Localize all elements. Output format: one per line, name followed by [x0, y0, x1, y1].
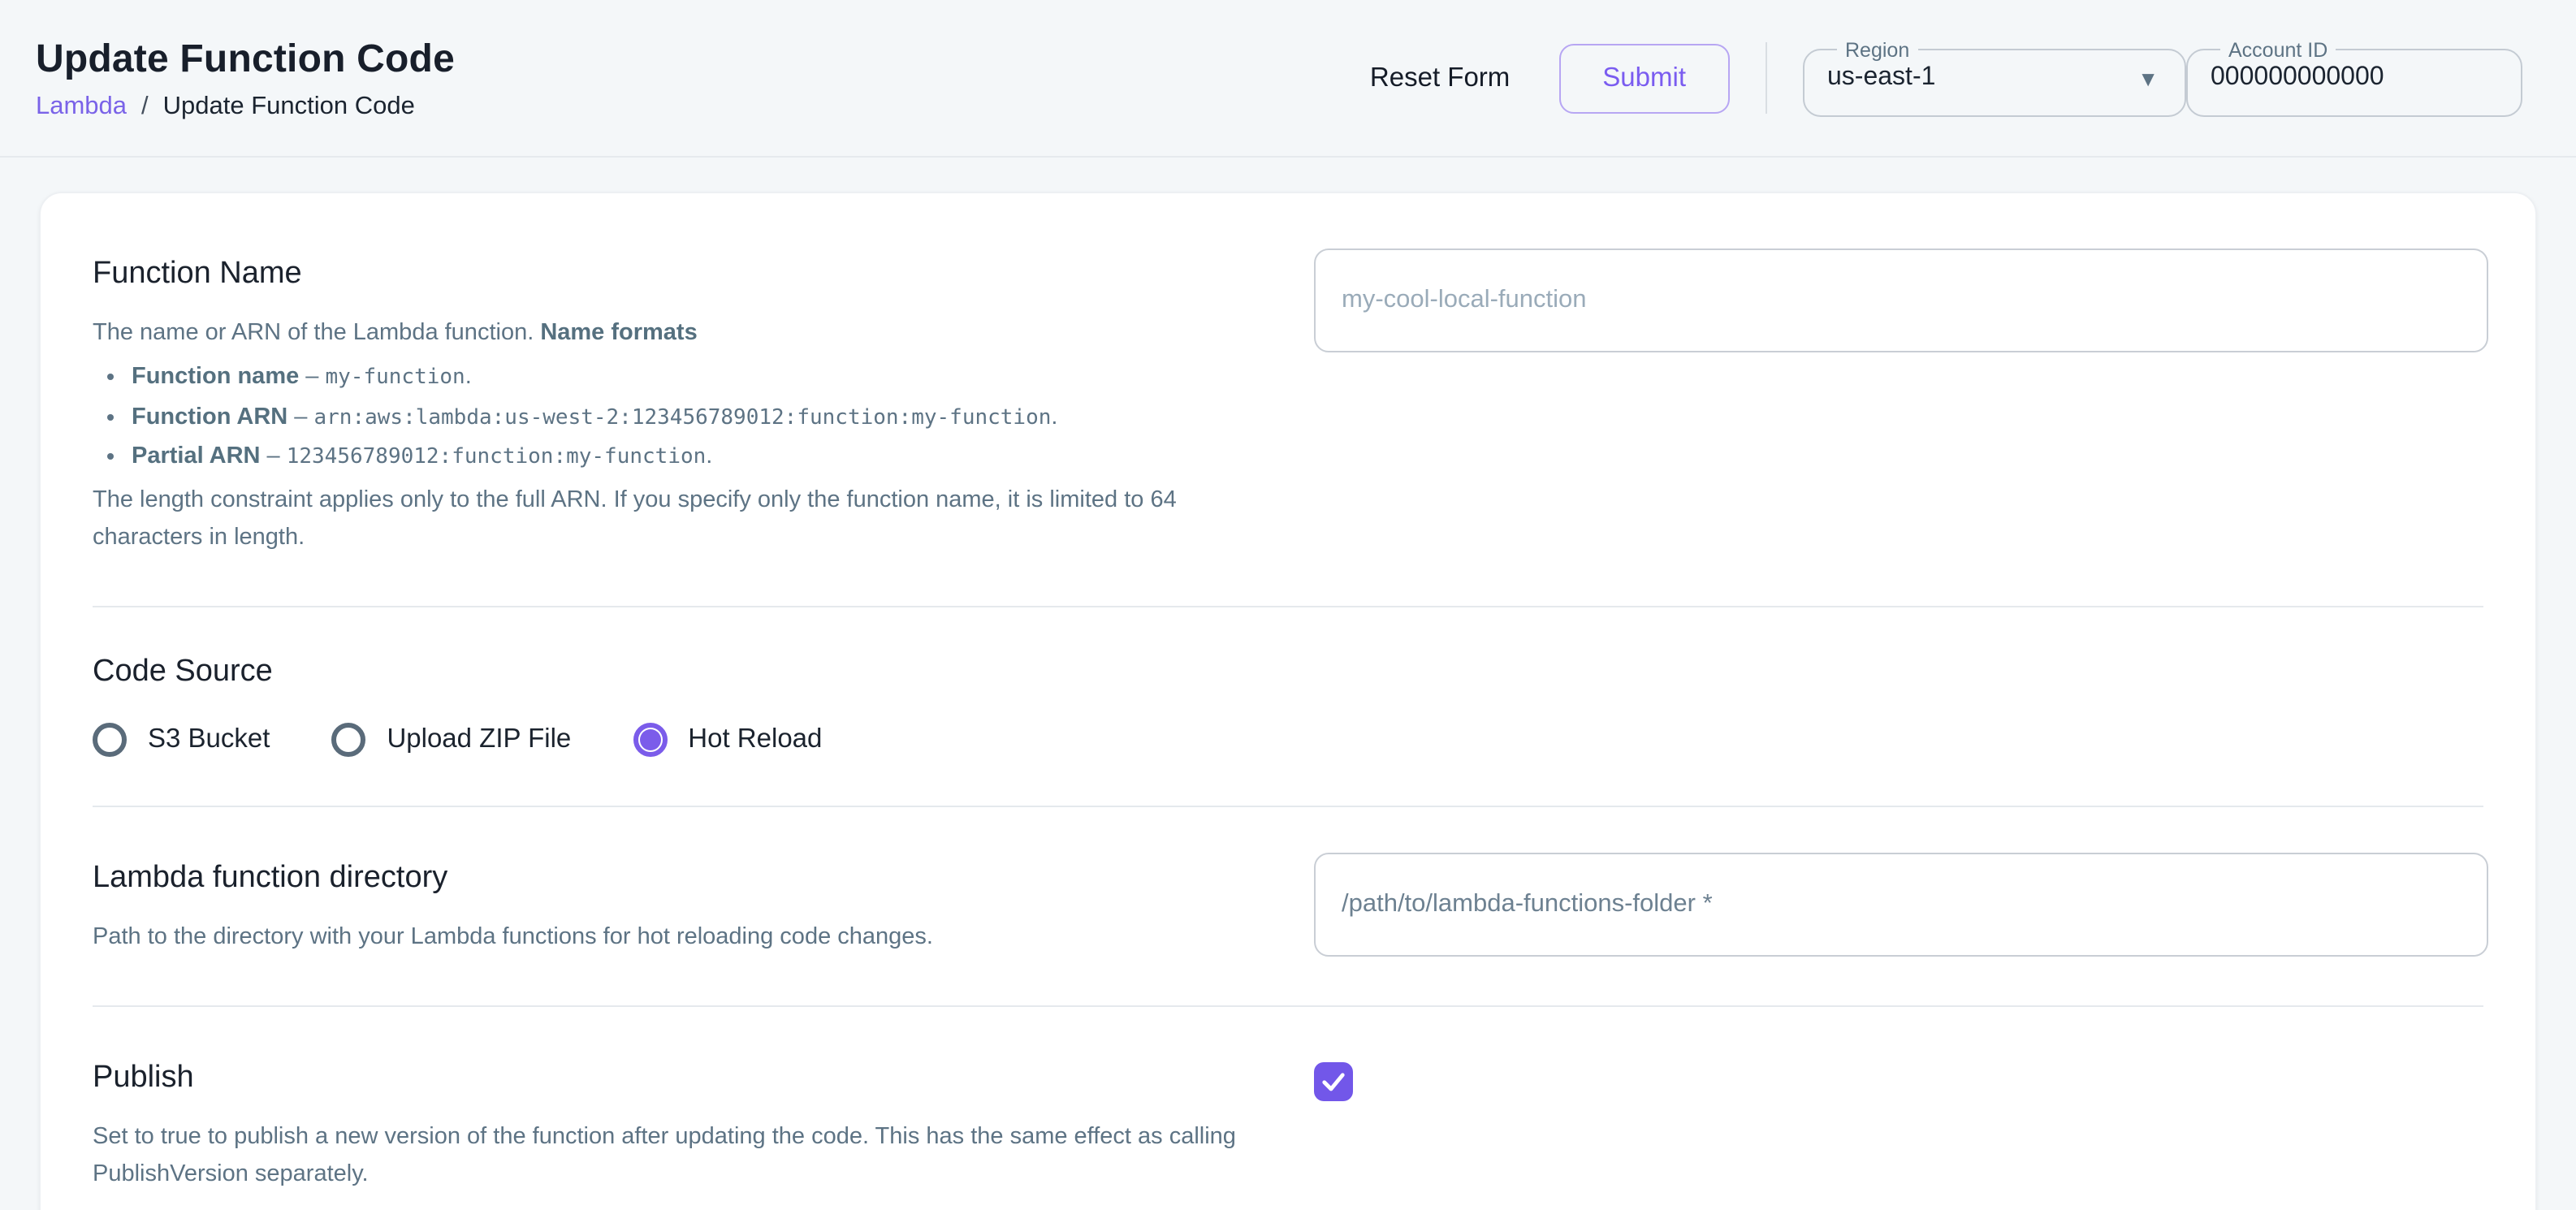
code-source-radio-group: S3 Bucket Upload ZIP File Hot Reload [93, 723, 2483, 757]
radio-upload-zip[interactable]: Upload ZIP File [331, 723, 571, 757]
header-title-block: Update Function Code Lambda / Update Fun… [0, 33, 455, 123]
radio-icon [331, 723, 365, 757]
list-item: Function ARN – arn:aws:lambda:us-west-2:… [132, 397, 1249, 438]
publish-checkbox[interactable] [1314, 1062, 1353, 1101]
breadcrumb-lambda-link[interactable]: Lambda [36, 93, 127, 123]
list-item: Function name – my-function. [132, 357, 1249, 397]
publish-section: Publish Set to true to publish a new ver… [93, 1052, 2483, 1193]
radio-label: Upload ZIP File [387, 724, 571, 755]
directory-input[interactable] [1314, 853, 2488, 957]
account-id-field[interactable]: Account ID 000000000000 [2186, 40, 2522, 116]
radio-icon [93, 723, 127, 757]
chevron-down-icon: ▼ [2137, 66, 2159, 90]
breadcrumb: Lambda / Update Function Code [36, 93, 455, 123]
radio-s3-bucket[interactable]: S3 Bucket [93, 723, 270, 757]
account-id-value: 000000000000 [2211, 63, 2384, 93]
code-source-section: Code Source S3 Bucket Upload ZIP File Ho… [93, 653, 2483, 756]
function-name-intro: The name or ARN of the Lambda function. … [93, 314, 1249, 352]
radio-label: S3 Bucket [148, 724, 270, 755]
directory-input-col [1314, 853, 2488, 957]
page-title: Update Function Code [36, 37, 455, 84]
list-item: Partial ARN – 123456789012:function:my-f… [132, 438, 1249, 478]
directory-section: Lambda function directory Path to the di… [93, 853, 2483, 957]
breadcrumb-separator: / [141, 93, 149, 123]
checkmark-icon [1319, 1067, 1348, 1096]
function-name-outro: The length constraint applies only to th… [93, 483, 1249, 558]
function-name-info: Function Name The name or ARN of the Lam… [93, 248, 1249, 557]
function-name-section: Function Name The name or ARN of the Lam… [93, 248, 2483, 557]
region-select[interactable]: Region us-east-1 ▼ [1803, 40, 2186, 116]
radio-hot-reload[interactable]: Hot Reload [633, 723, 822, 757]
radio-label: Hot Reload [688, 724, 822, 755]
directory-heading: Lambda function directory [93, 859, 1249, 899]
function-name-heading: Function Name [93, 255, 1249, 295]
radio-icon [633, 723, 667, 757]
account-id-label: Account ID [2220, 40, 2336, 60]
function-name-input-col [1314, 248, 2488, 352]
publish-info: Publish Set to true to publish a new ver… [93, 1052, 1249, 1193]
publish-checkbox-col [1314, 1052, 2488, 1101]
code-source-heading: Code Source [93, 653, 2483, 693]
region-value: us-east-1 [1827, 63, 1935, 93]
section-divider [93, 1005, 2483, 1007]
form-card: Function Name The name or ARN of the Lam… [39, 192, 2537, 1210]
section-divider [93, 806, 2483, 807]
main-content: Function Name The name or ARN of the Lam… [0, 158, 2576, 1210]
region-label: Region [1837, 40, 1917, 60]
header-actions: Reset Form Submit Region us-east-1 ▼ Acc… [1347, 0, 2522, 156]
publish-heading: Publish [93, 1059, 1249, 1099]
page: Update Function Code Lambda / Update Fun… [0, 0, 2576, 1210]
function-name-input[interactable] [1314, 248, 2488, 352]
reset-form-button[interactable]: Reset Form [1347, 46, 1532, 110]
page-header: Update Function Code Lambda / Update Fun… [0, 0, 2576, 158]
header-divider [1766, 42, 1767, 114]
submit-button[interactable]: Submit [1558, 43, 1730, 113]
name-format-list: Function name – my-function. Function AR… [93, 357, 1249, 478]
directory-info: Lambda function directory Path to the di… [93, 853, 1249, 956]
publish-description: Set to true to publish a new version of … [93, 1118, 1249, 1193]
directory-description: Path to the directory with your Lambda f… [93, 918, 1249, 956]
section-divider [93, 606, 2483, 607]
breadcrumb-current: Update Function Code [163, 93, 415, 123]
